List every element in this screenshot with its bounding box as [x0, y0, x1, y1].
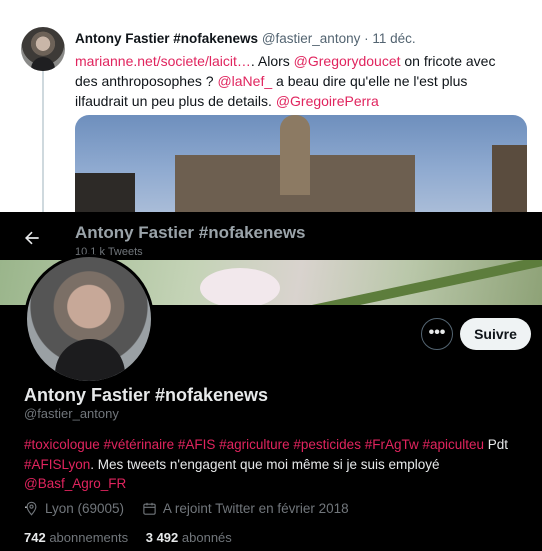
profile-avatar[interactable]: [24, 254, 154, 384]
profile-stats: 742 abonnements 3 492 abonnés: [24, 530, 246, 545]
following-link[interactable]: 742 abonnements: [24, 530, 128, 545]
plant-stem: [301, 260, 542, 305]
bio-mention-basf[interactable]: @Basf_Agro_FR: [24, 476, 126, 491]
tweet-card[interactable]: Antony Fastier #nofakenews @fastier_anto…: [0, 0, 542, 212]
followers-count: 3 492: [145, 530, 179, 545]
more-options-button[interactable]: •••: [421, 318, 453, 350]
tweet-text: marianne.net/societe/laicit…. Alors @Gre…: [75, 51, 515, 111]
location-text: Lyon (69005): [45, 501, 125, 516]
profile-meta: Lyon (69005) A rejoint Twitter en févrie…: [24, 501, 363, 516]
joined-text: A rejoint Twitter en février 2018: [162, 501, 349, 516]
flower-petal: [200, 268, 280, 305]
tweet-media-image[interactable]: [75, 115, 527, 212]
following-label: abonnements: [49, 530, 129, 545]
bio-hashtags[interactable]: #toxicologue #vétérinaire #AFIS #agricul…: [24, 437, 484, 452]
mention-gregoireperra[interactable]: @GregoirePerra: [276, 93, 379, 109]
bio-text: Pdt: [484, 437, 509, 452]
building-shape: [75, 173, 135, 212]
joined-item: A rejoint Twitter en février 2018: [142, 501, 349, 516]
tweet-link[interactable]: marianne.net/societe/laicit…: [75, 53, 251, 69]
tweet-header: Antony Fastier #nofakenews @fastier_anto…: [75, 31, 416, 46]
tweet-text-segment: . Alors: [250, 53, 294, 69]
location-pin-icon: [26, 501, 37, 516]
back-arrow-icon[interactable]: [22, 228, 44, 250]
followers-label: abonnés: [181, 530, 232, 545]
mention-lanef[interactable]: @laNef_: [217, 73, 272, 89]
tweet-separator: ·: [364, 31, 369, 46]
tweet-author-avatar[interactable]: [21, 27, 65, 71]
bio-text: . Mes tweets n'engagent que moi même si …: [90, 456, 440, 472]
profile-panel: Antony Fastier #nofakenews 10,1 k Tweets…: [0, 220, 542, 551]
tweet-date[interactable]: 11 déc.: [372, 31, 415, 46]
profile-handle: @fastier_antony: [24, 406, 119, 421]
bio-hashtag-afislyon[interactable]: #AFISLyon: [24, 457, 90, 472]
clock-tower: [280, 115, 310, 195]
tweet-author-handle[interactable]: @fastier_antony: [262, 31, 361, 46]
location-item: Lyon (69005): [24, 501, 128, 516]
header-title: Antony Fastier #nofakenews: [75, 223, 306, 242]
following-count: 742: [24, 530, 46, 545]
follow-button[interactable]: Suivre: [460, 318, 531, 350]
mention-gregorydoucet[interactable]: @Gregorydoucet: [294, 53, 401, 69]
followers-link[interactable]: 3 492 abonnés: [146, 530, 232, 545]
profile-display-name: Antony Fastier #nofakenews: [24, 385, 269, 405]
calendar-icon: [143, 502, 156, 515]
tweet-author-name[interactable]: Antony Fastier #nofakenews: [75, 31, 258, 46]
building-shape: [492, 145, 527, 212]
thread-line: [42, 70, 44, 212]
